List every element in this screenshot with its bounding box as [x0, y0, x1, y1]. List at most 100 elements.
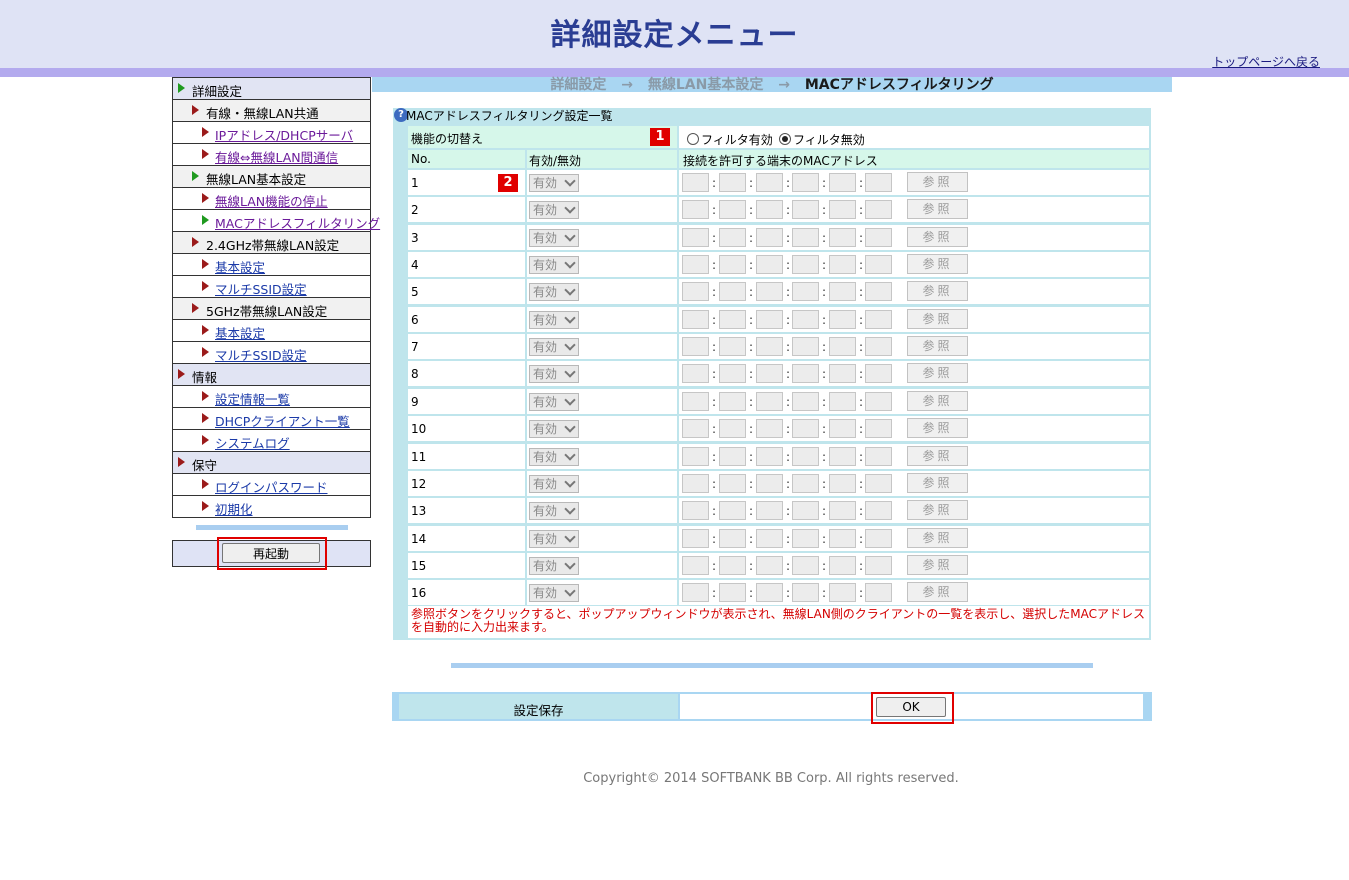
mac-octet-input[interactable]	[682, 583, 709, 602]
mac-octet-input[interactable]	[792, 228, 819, 247]
mac-octet-input[interactable]	[756, 447, 783, 466]
mac-octet-input[interactable]	[829, 556, 856, 575]
mac-octet-input[interactable]	[865, 447, 892, 466]
enable-select[interactable]: 有効	[529, 283, 579, 301]
mac-octet-input[interactable]	[865, 282, 892, 301]
mac-octet-input[interactable]	[756, 173, 783, 192]
mac-octet-input[interactable]	[682, 255, 709, 274]
mac-octet-input[interactable]	[682, 200, 709, 219]
mac-octet-input[interactable]	[719, 583, 746, 602]
mac-octet-input[interactable]	[682, 364, 709, 383]
enable-select[interactable]: 有効	[529, 365, 579, 383]
sidebar-item[interactable]: 無線LAN機能の停止	[172, 188, 371, 210]
sidebar-item-label[interactable]: DHCPクライアント一覧	[215, 411, 350, 430]
sidebar-item-label[interactable]: 有線⇔無線LAN間通信	[215, 147, 338, 166]
mac-octet-input[interactable]	[792, 310, 819, 329]
enable-select[interactable]: 有効	[529, 174, 579, 192]
reference-button[interactable]: 参照	[907, 500, 968, 520]
mac-octet-input[interactable]	[792, 255, 819, 274]
mac-octet-input[interactable]	[792, 419, 819, 438]
enable-select[interactable]: 有効	[529, 557, 579, 575]
reference-button[interactable]: 参照	[907, 473, 968, 493]
sidebar-item-label[interactable]: IPアドレス/DHCPサーバ	[215, 125, 353, 144]
mac-octet-input[interactable]	[719, 337, 746, 356]
sidebar-item[interactable]: ログインパスワード	[172, 474, 371, 496]
mac-octet-input[interactable]	[865, 173, 892, 192]
mac-octet-input[interactable]	[756, 419, 783, 438]
enable-select[interactable]: 有効	[529, 530, 579, 548]
sidebar-item[interactable]: MACアドレスフィルタリング	[172, 210, 380, 232]
mac-octet-input[interactable]	[719, 200, 746, 219]
mac-octet-input[interactable]	[829, 200, 856, 219]
mac-octet-input[interactable]	[756, 474, 783, 493]
mac-octet-input[interactable]	[829, 364, 856, 383]
mac-octet-input[interactable]	[792, 447, 819, 466]
mac-octet-input[interactable]	[719, 392, 746, 411]
enable-select[interactable]: 有効	[529, 338, 579, 356]
mac-octet-input[interactable]	[682, 501, 709, 520]
mac-octet-input[interactable]	[719, 529, 746, 548]
filter-on-radio[interactable]: フィルタ有効	[687, 131, 773, 148]
reference-button[interactable]: 参照	[907, 391, 968, 411]
mac-octet-input[interactable]	[682, 310, 709, 329]
mac-octet-input[interactable]	[756, 583, 783, 602]
sidebar-item-label[interactable]: システムログ	[215, 433, 290, 452]
mac-octet-input[interactable]	[792, 474, 819, 493]
mac-octet-input[interactable]	[829, 529, 856, 548]
mac-octet-input[interactable]	[865, 556, 892, 575]
mac-octet-input[interactable]	[756, 501, 783, 520]
sidebar-item[interactable]: マルチSSID設定	[172, 276, 371, 298]
sidebar-item-label[interactable]: マルチSSID設定	[215, 345, 307, 364]
mac-octet-input[interactable]	[865, 501, 892, 520]
mac-octet-input[interactable]	[756, 310, 783, 329]
reference-button[interactable]: 参照	[907, 336, 968, 356]
mac-octet-input[interactable]	[865, 200, 892, 219]
mac-octet-input[interactable]	[865, 228, 892, 247]
sidebar-item[interactable]: 設定情報一覧	[172, 386, 371, 408]
sidebar-item[interactable]: 基本設定	[172, 320, 371, 342]
mac-octet-input[interactable]	[756, 282, 783, 301]
sidebar-item[interactable]: DHCPクライアント一覧	[172, 408, 371, 430]
mac-octet-input[interactable]	[756, 364, 783, 383]
sidebar-item-label[interactable]: MACアドレスフィルタリング	[215, 213, 380, 232]
mac-octet-input[interactable]	[719, 556, 746, 575]
mac-octet-input[interactable]	[829, 337, 856, 356]
mac-octet-input[interactable]	[792, 501, 819, 520]
mac-octet-input[interactable]	[719, 447, 746, 466]
mac-octet-input[interactable]	[719, 255, 746, 274]
enable-select[interactable]: 有効	[529, 420, 579, 438]
mac-octet-input[interactable]	[756, 228, 783, 247]
enable-select[interactable]: 有効	[529, 502, 579, 520]
mac-octet-input[interactable]	[756, 200, 783, 219]
mac-octet-input[interactable]	[829, 583, 856, 602]
mac-octet-input[interactable]	[719, 173, 746, 192]
mac-octet-input[interactable]	[719, 310, 746, 329]
reference-button[interactable]: 参照	[907, 363, 968, 383]
filter-off-radio[interactable]: フィルタ無効	[779, 131, 865, 148]
sidebar-item-label[interactable]: マルチSSID設定	[215, 279, 307, 298]
mac-octet-input[interactable]	[829, 282, 856, 301]
mac-octet-input[interactable]	[756, 529, 783, 548]
sidebar-item[interactable]: 基本設定	[172, 254, 371, 276]
sidebar-item-label[interactable]: 設定情報一覧	[215, 389, 290, 408]
mac-octet-input[interactable]	[829, 255, 856, 274]
mac-octet-input[interactable]	[719, 474, 746, 493]
mac-octet-input[interactable]	[829, 447, 856, 466]
sidebar-item[interactable]: IPアドレス/DHCPサーバ	[172, 122, 371, 144]
mac-octet-input[interactable]	[756, 392, 783, 411]
mac-octet-input[interactable]	[792, 173, 819, 192]
mac-octet-input[interactable]	[682, 529, 709, 548]
mac-octet-input[interactable]	[682, 173, 709, 192]
mac-octet-input[interactable]	[829, 501, 856, 520]
mac-octet-input[interactable]	[682, 228, 709, 247]
sidebar-item[interactable]: システムログ	[172, 430, 371, 452]
mac-octet-input[interactable]	[792, 337, 819, 356]
enable-select[interactable]: 有効	[529, 448, 579, 466]
mac-octet-input[interactable]	[792, 200, 819, 219]
reference-button[interactable]: 参照	[907, 309, 968, 329]
mac-octet-input[interactable]	[682, 282, 709, 301]
reference-button[interactable]: 参照	[907, 582, 968, 602]
mac-octet-input[interactable]	[865, 255, 892, 274]
mac-octet-input[interactable]	[682, 419, 709, 438]
reference-button[interactable]: 参照	[907, 254, 968, 274]
